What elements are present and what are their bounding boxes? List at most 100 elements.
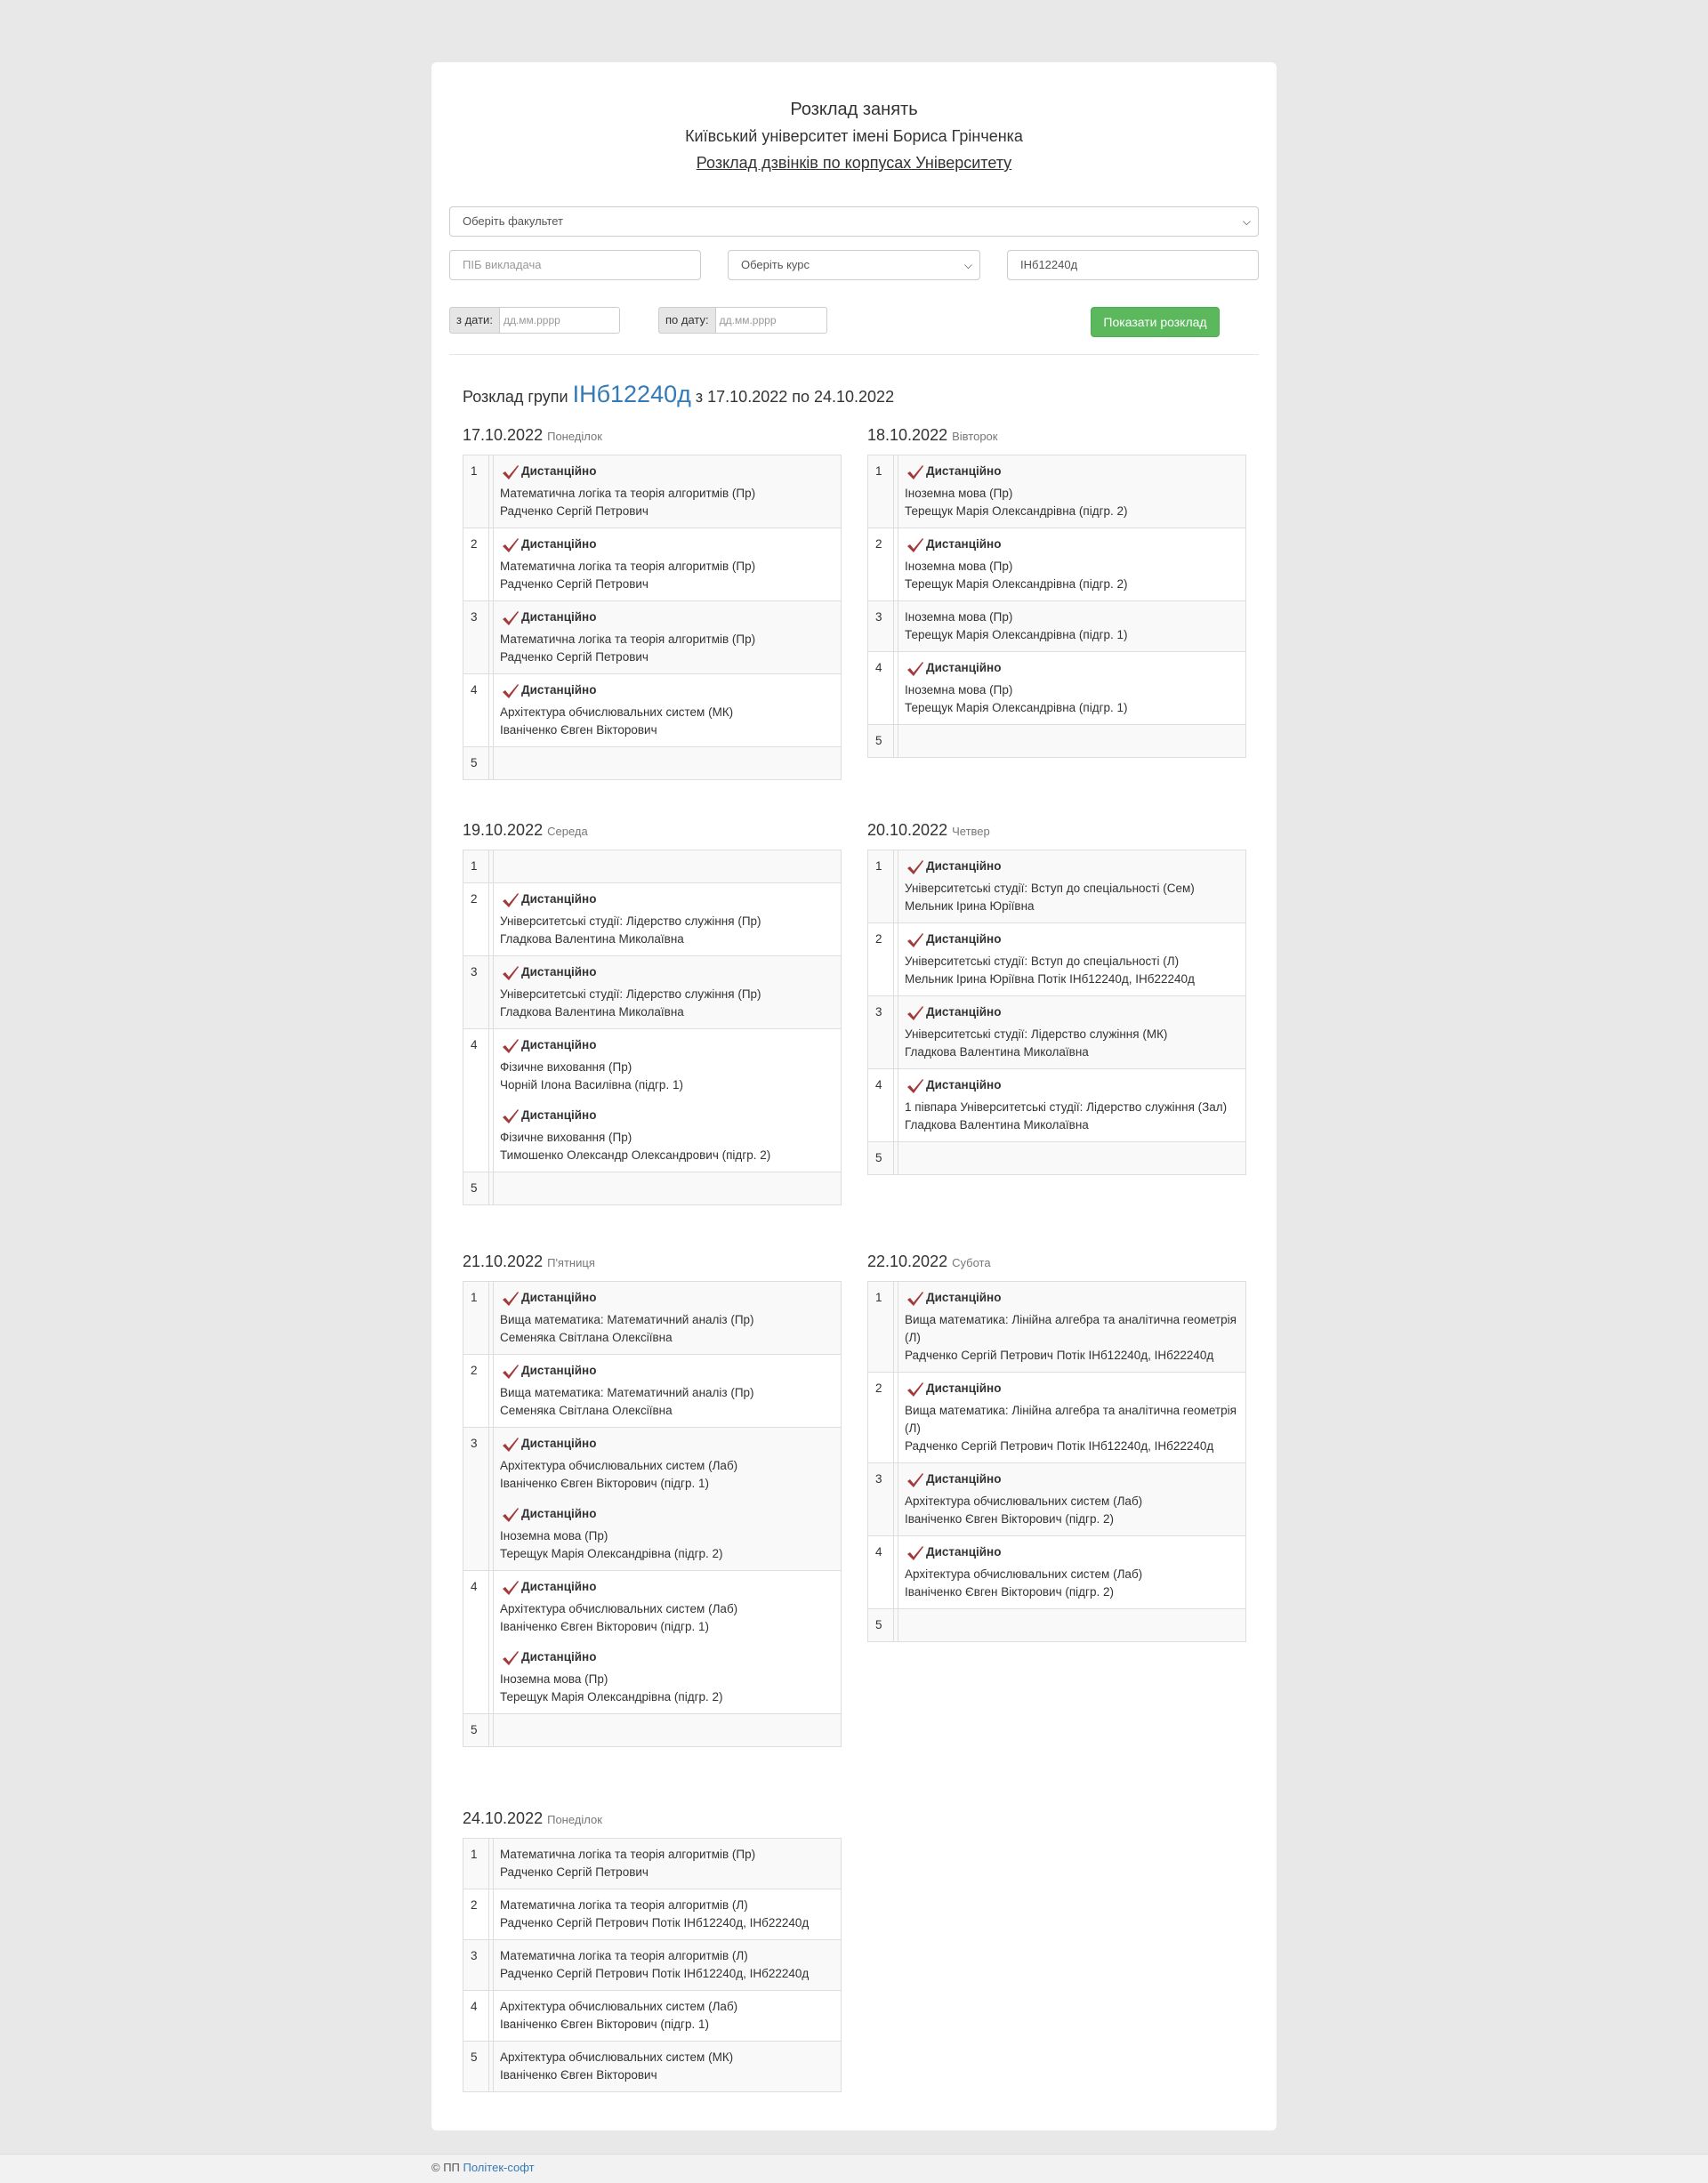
date-from-input[interactable]: дд.мм.рррр xyxy=(498,307,620,334)
lesson-teacher: Терещук Марія Олександрівна (підгр. 2) xyxy=(905,504,1128,518)
lesson-subject: Іноземна мова (Пр) xyxy=(500,1529,608,1543)
lesson-subject: Іноземна мова (Пр) xyxy=(905,683,1013,697)
day-weekday: Четвер xyxy=(952,825,990,838)
lesson-cell: Архітектура обчислювальних систем (Лаб) І… xyxy=(493,1990,842,2042)
day-weekday: Понеділок xyxy=(547,430,602,443)
table-row: 2 Дистанційно Вища математика: Математични… xyxy=(463,1354,842,1428)
schedule-range: з 17.10.2022 по 24.10.2022 xyxy=(695,388,895,406)
pair-number: 1 xyxy=(463,1281,489,1355)
pair-number: 1 xyxy=(867,455,894,528)
day-table: 1 Дистанційно Іноземна мова (Пр) Терещук Ма… xyxy=(867,455,1246,758)
lesson: Дистанційно Фізичне виховання (Пр) Тимошен… xyxy=(500,1107,834,1164)
teacher-input[interactable]: ПІБ викладача xyxy=(449,250,701,280)
remote-label: Дистанційно xyxy=(926,464,1002,478)
table-row: 5 xyxy=(463,1713,842,1747)
bells-schedule-link[interactable]: Розклад дзвінків по корпусах Університет… xyxy=(431,149,1277,176)
day-block: 20.10.2022 Четвер 1 Дистанційно Університет… xyxy=(867,820,1246,1175)
remote-label: Дистанційно xyxy=(521,464,597,478)
lesson-subject: Вища математика: Математичний аналіз (Пр… xyxy=(500,1386,754,1399)
pair-number: 2 xyxy=(463,1354,489,1428)
day-table: 1 Дистанційно Математична логіка та теорія… xyxy=(463,455,842,780)
lesson: Математична логіка та теорія алгоритмів … xyxy=(500,1897,834,1932)
faculty-select[interactable]: Оберіть факультет ⌵ xyxy=(449,206,1259,237)
lesson-cell xyxy=(493,850,842,883)
lesson-cell: Дистанційно Університетські студії: Лідер… xyxy=(493,882,842,956)
footer-text: © ПП Політек-софт xyxy=(431,2161,535,2174)
day-table: 1 Дистанційно Вища математика: Математични… xyxy=(463,1281,842,1747)
remote-tag: Дистанційно xyxy=(502,1289,834,1307)
lesson-teacher: Гладкова Валентина Миколаївна xyxy=(500,932,684,946)
pair-number: 3 xyxy=(463,600,489,674)
lesson-teacher: Радченко Сергій Петрович xyxy=(500,577,649,591)
lesson-cell xyxy=(898,724,1246,758)
lesson: Математична логіка та теорія алгоритмів … xyxy=(500,1947,834,1983)
remote-label: Дистанційно xyxy=(521,537,597,551)
table-row: 1 Дистанційно Вища математика: Лінійна алг… xyxy=(867,1281,1246,1373)
remote-tag: Дистанційно xyxy=(906,1003,1239,1021)
lesson: Дистанційно Вища математика: Математичний… xyxy=(500,1362,834,1420)
group-input[interactable]: ІНб12240д xyxy=(1007,250,1259,280)
lesson-cell xyxy=(493,1172,842,1205)
lesson-subject: Іноземна мова (Пр) xyxy=(500,1672,608,1686)
remote-label: Дистанційно xyxy=(521,1580,597,1593)
lesson-teacher: Семеняка Світлана Олексіївна xyxy=(500,1404,673,1417)
lesson-cell: Математична логіка та теорія алгоритмів … xyxy=(493,1889,842,1940)
pair-number: 5 xyxy=(867,724,894,758)
table-row: 5 xyxy=(867,1141,1246,1175)
remote-label: Дистанційно xyxy=(521,1291,597,1304)
table-row: 5 xyxy=(463,746,842,780)
lesson: Дистанційно Університетські студії: Вступ… xyxy=(905,858,1239,915)
lesson-subject: Математична логіка та теорія алгоритмів … xyxy=(500,1949,748,1962)
day-date: 20.10.2022 xyxy=(867,821,948,839)
date-to-input[interactable]: дд.мм.рррр xyxy=(714,307,827,334)
day-block: 17.10.2022 Понеділок 1 Дистанційно Математи… xyxy=(463,425,842,780)
day-block: 21.10.2022 П'ятниця 1 Дистанційно Вища мате… xyxy=(463,1252,842,1747)
table-row: 4 Дистанційно 1 півпара Університетські ст… xyxy=(867,1068,1246,1142)
day-block: 18.10.2022 Вівторок 1 Дистанційно Іноземна … xyxy=(867,425,1246,758)
lesson: Дистанційно Архітектура обчислювальних си… xyxy=(905,1470,1239,1528)
remote-tag: Дистанційно xyxy=(502,1578,834,1596)
remote-label: Дистанційно xyxy=(521,965,597,979)
day-block: 19.10.2022 Середа 1 2 Дистанційно Університ… xyxy=(463,820,842,1205)
lesson-teacher: Радченко Сергій Петрович Потік ІНб12240д… xyxy=(500,1967,810,1980)
remote-tag: Дистанційно xyxy=(502,1107,834,1124)
course-select[interactable]: Оберіть курс ⌵ xyxy=(728,250,980,280)
lesson-subject: Іноземна мова (Пр) xyxy=(905,487,1013,500)
remote-label: Дистанційно xyxy=(926,1005,1002,1019)
pair-number: 4 xyxy=(463,673,489,747)
remote-label: Дистанційно xyxy=(926,859,1002,873)
check-icon xyxy=(906,932,924,948)
lesson: Іноземна мова (Пр) Терещук Марія Олександ… xyxy=(905,608,1239,644)
check-icon xyxy=(906,859,924,875)
day-heading: 18.10.2022 Вівторок xyxy=(867,425,1246,447)
table-row: 3 Дистанційно Архітектура обчислювальних с… xyxy=(867,1462,1246,1536)
lesson: Архітектура обчислювальних систем (МК) Ів… xyxy=(500,2049,834,2084)
lesson-cell: Дистанційно Математична логіка та теорія … xyxy=(493,455,842,528)
lesson-teacher: Радченко Сергій Петрович xyxy=(500,650,649,664)
pair-number: 5 xyxy=(463,746,489,780)
pair-number: 2 xyxy=(867,922,894,996)
remote-tag: Дистанційно xyxy=(906,659,1239,677)
table-row: 3 Дистанційно Університетські студії: Ліде… xyxy=(463,955,842,1029)
lesson: Дистанційно Математична логіка та теорія … xyxy=(500,463,834,520)
lesson-subject: Університетські студії: Лідерство служін… xyxy=(500,914,761,928)
lesson-subject: Математична логіка та теорія алгоритмів … xyxy=(500,560,756,573)
lesson: Дистанційно Вища математика: Лінійна алге… xyxy=(905,1289,1239,1365)
lesson-teacher: Терещук Марія Олександрівна (підгр. 2) xyxy=(905,577,1128,591)
lesson-cell: Дистанційно Університетські студії: Лідер… xyxy=(493,955,842,1029)
remote-label: Дистанційно xyxy=(521,1507,597,1520)
remote-label: Дистанційно xyxy=(926,1472,1002,1486)
show-schedule-button[interactable]: Показати розклад занять xyxy=(1091,307,1220,358)
lesson-subject: Вища математика: Лінійна алгебра та анал… xyxy=(905,1404,1237,1435)
company-link[interactable]: Політек-софт xyxy=(463,2161,535,2174)
day-weekday: Понеділок xyxy=(547,1813,602,1826)
lesson-cell xyxy=(898,1608,1246,1642)
lesson-teacher: Терещук Марія Олександрівна (підгр. 1) xyxy=(905,628,1128,641)
table-row: 3 Математична логіка та теорія алгоритмів… xyxy=(463,1939,842,1991)
check-icon xyxy=(502,1038,520,1054)
check-icon xyxy=(906,464,924,480)
remote-tag: Дистанційно xyxy=(502,463,834,480)
pair-number: 2 xyxy=(463,882,489,956)
table-row: 5 xyxy=(463,1172,842,1205)
remote-label: Дистанційно xyxy=(521,683,597,697)
